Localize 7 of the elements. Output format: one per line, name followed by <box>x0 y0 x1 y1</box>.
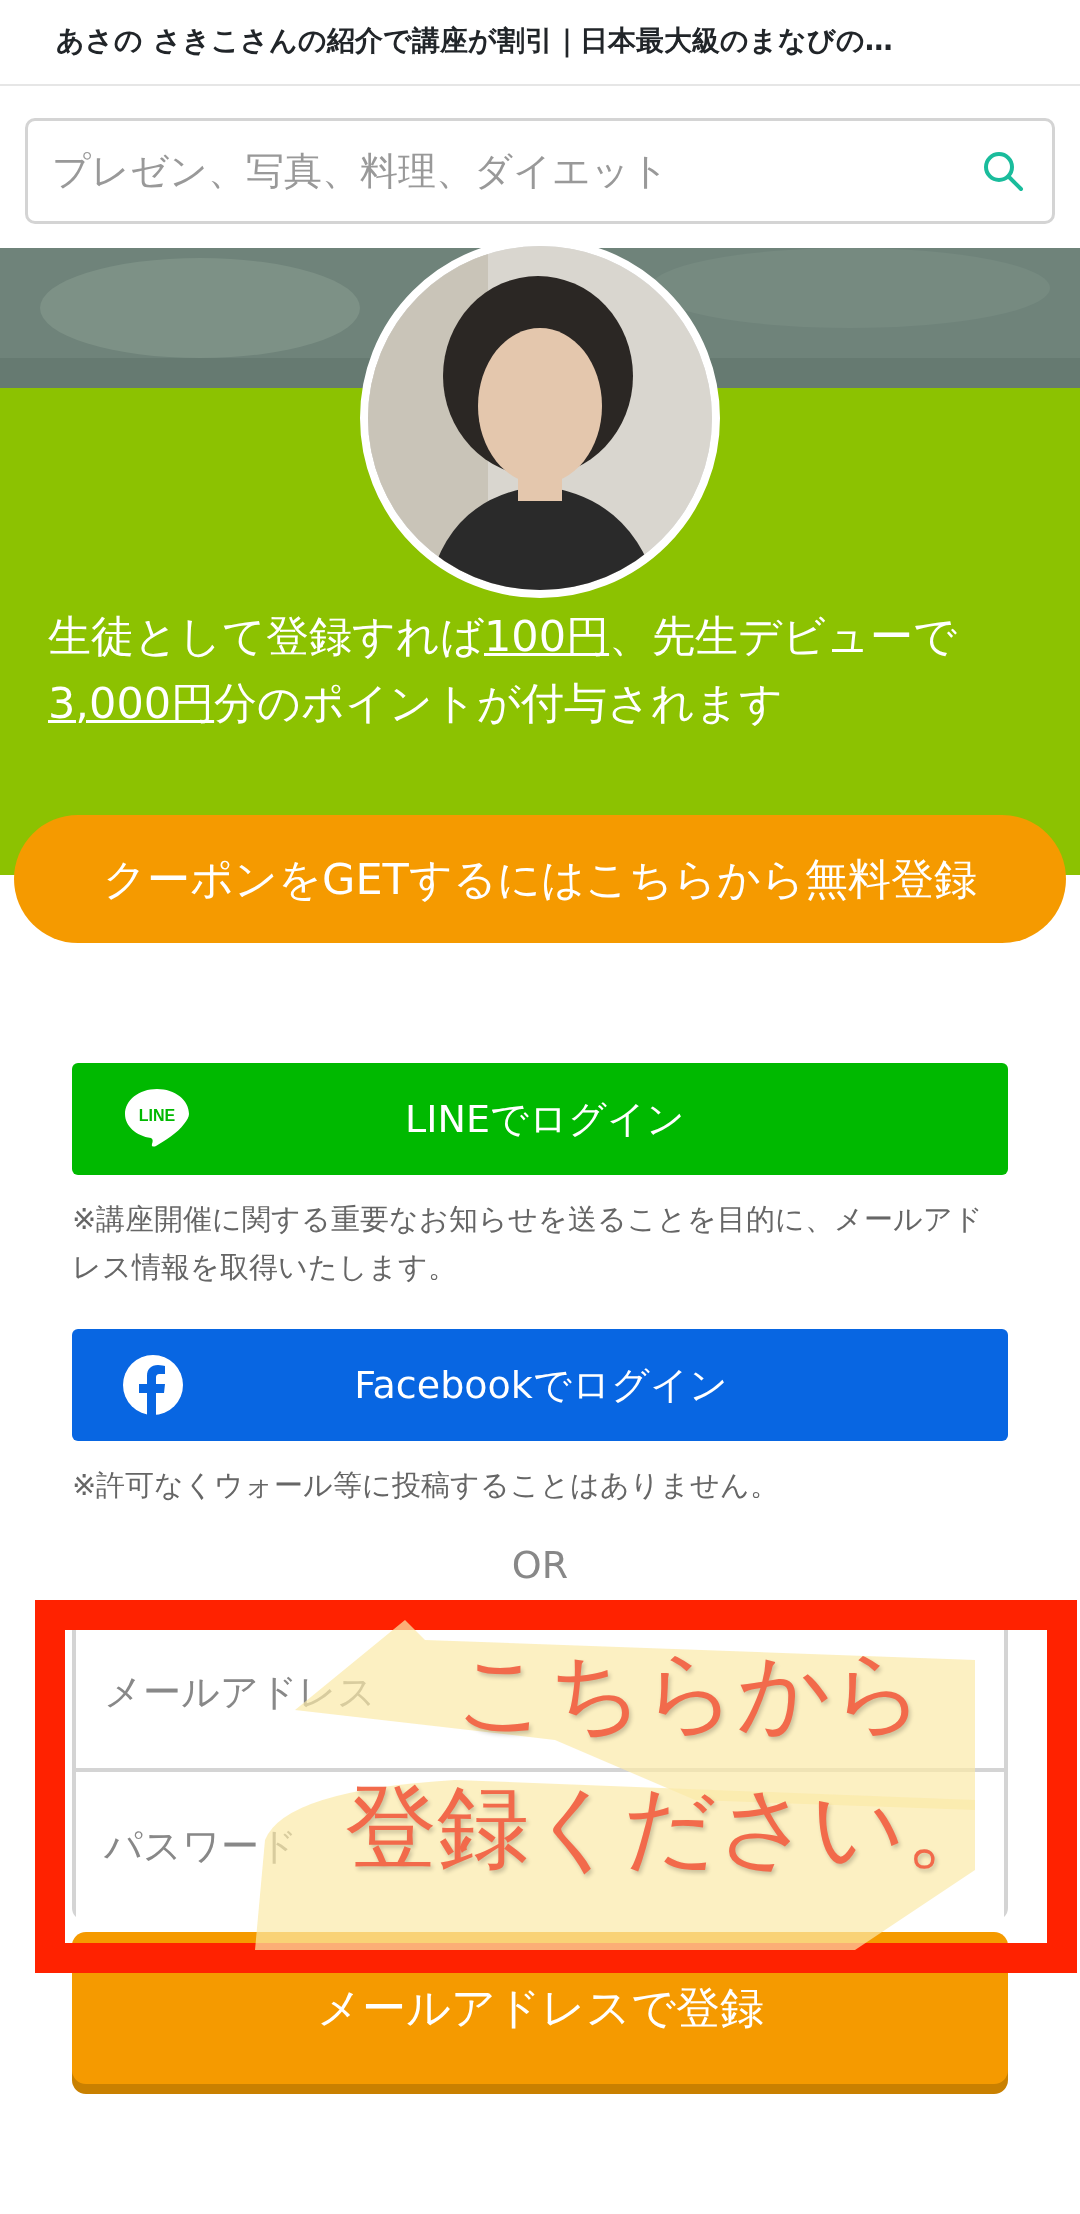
annotation-label: こちらから <box>455 1647 925 1739</box>
page-title: あさの さきこさんの紹介で講座が割引｜日本最大級のまなびの… <box>0 0 1080 86</box>
or-separator: OR <box>510 1542 570 1589</box>
notice-text: ※許可なくウォール等に投稿することはありません。 <box>72 1467 781 1504</box>
annotation-label: 登録ください。 <box>345 1782 997 1874</box>
notice-text: ※講座開催に関する重要なお知らせを送ることを目的に、メールアドレス情報を取得いたします。 <box>72 1201 985 1286</box>
points-text: 生徒として登録すれば100円、先生デビューで 3,000円分のポイントが付与されます <box>48 610 959 730</box>
